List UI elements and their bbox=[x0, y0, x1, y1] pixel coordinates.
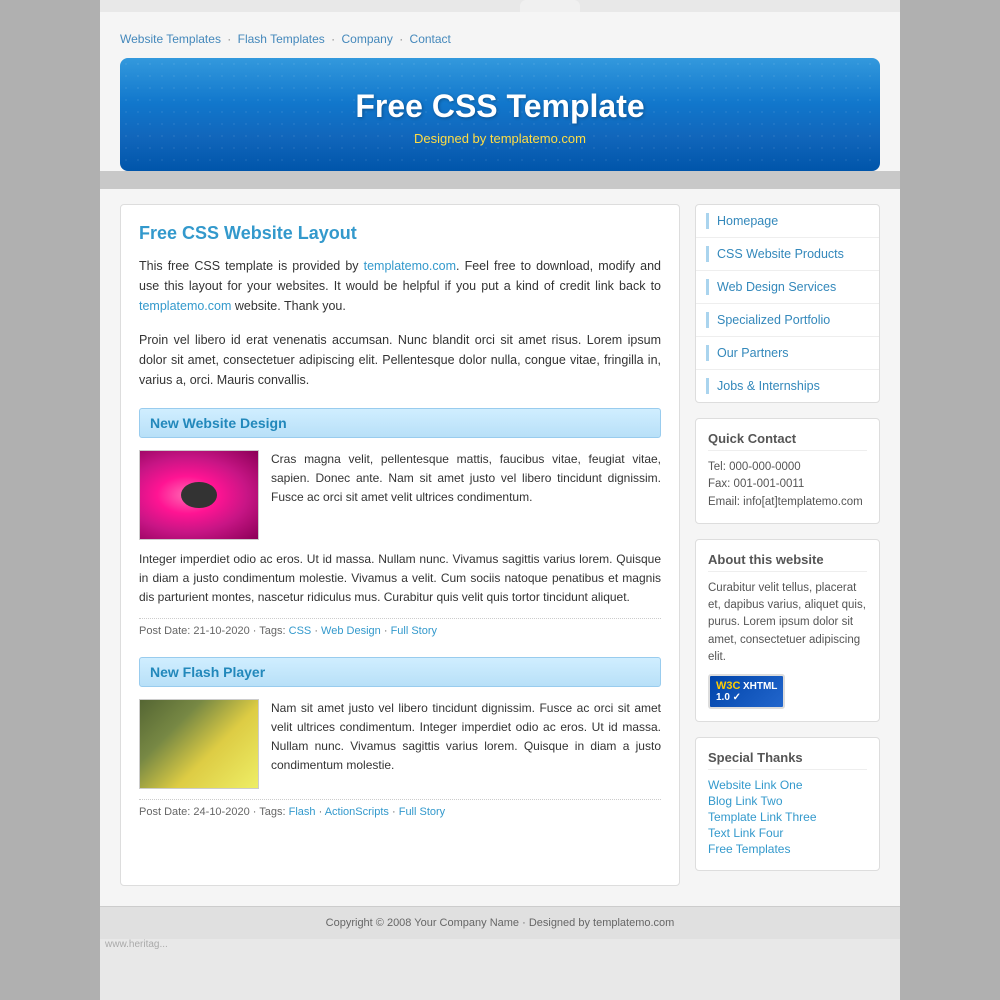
contact-fax: Fax: 001-001-0011 bbox=[708, 476, 867, 493]
site-title: Free CSS Template bbox=[140, 88, 860, 125]
intro-text-prefix: This free CSS template is provided by bbox=[139, 259, 364, 273]
outer-wrapper: Website Templates · Flash Templates · Co… bbox=[0, 0, 1000, 1000]
intro-link-2[interactable]: templatemo.com bbox=[139, 299, 231, 313]
nav-bar: Website Templates · Flash Templates · Co… bbox=[120, 24, 880, 58]
intro-link-1[interactable]: templatemo.com bbox=[364, 259, 456, 273]
special-thanks-link-5[interactable]: Free Templates bbox=[708, 842, 867, 856]
w3c-text: W3C bbox=[716, 680, 740, 692]
sidebar-item-specialized-portfolio[interactable]: Specialized Portfolio bbox=[696, 304, 879, 337]
sidebar-item-jobs-internships[interactable]: Jobs & Internships bbox=[696, 370, 879, 402]
sidebar-nav: Homepage CSS Website Products Web Design… bbox=[695, 204, 880, 403]
sidebar-link-homepage[interactable]: Homepage bbox=[717, 214, 778, 228]
special-thanks-link-2[interactable]: Blog Link Two bbox=[708, 794, 867, 808]
article-1-date: Post Date: 21-10-2020 bbox=[139, 625, 250, 637]
intro-text-suffix: website. Thank you. bbox=[231, 299, 345, 313]
site-subtitle: Designed by templatemo.com bbox=[140, 131, 860, 146]
page-container: Website Templates · Flash Templates · Co… bbox=[100, 0, 900, 1000]
article-2-tag-actionscripts[interactable]: ActionScripts bbox=[325, 806, 389, 818]
article-1-body: Cras magna velit, pellentesque mattis, f… bbox=[139, 450, 661, 540]
main-heading: Free CSS Website Layout bbox=[139, 223, 661, 244]
sidebar-right: Homepage CSS Website Products Web Design… bbox=[695, 204, 880, 886]
sidebar-link-css-products[interactable]: CSS Website Products bbox=[717, 247, 844, 261]
sidebar-item-css-products[interactable]: CSS Website Products bbox=[696, 238, 879, 271]
article-2-body: Nam sit amet justo vel libero tincidunt … bbox=[139, 699, 661, 789]
article-1-title: New Website Design bbox=[150, 415, 650, 431]
contact-email: Email: info[at]templatemo.com bbox=[708, 494, 867, 511]
special-thanks-link-4[interactable]: Text Link Four bbox=[708, 826, 867, 840]
article-1-sep-2: · bbox=[384, 625, 391, 637]
article-1-tag-webdesign[interactable]: Web Design bbox=[321, 625, 381, 637]
article-new-website-design: New Website Design Cras magna velit, pel… bbox=[139, 408, 661, 637]
sidebar-link-specialized-portfolio[interactable]: Specialized Portfolio bbox=[717, 313, 830, 327]
nav-contact[interactable]: Contact bbox=[410, 32, 451, 46]
special-thanks-link-1[interactable]: Website Link One bbox=[708, 778, 867, 792]
yellow-flower-image bbox=[140, 700, 258, 788]
sidebar-link-web-design-services[interactable]: Web Design Services bbox=[717, 280, 836, 294]
article-1-tags-label: · Tags: bbox=[253, 625, 289, 637]
pink-flower-image bbox=[140, 451, 258, 539]
sidebar-item-web-design-services[interactable]: Web Design Services bbox=[696, 271, 879, 304]
content-left: Free CSS Website Layout This free CSS te… bbox=[120, 204, 680, 886]
article-2-tag-fullstory[interactable]: Full Story bbox=[399, 806, 445, 818]
main-area: Free CSS Website Layout This free CSS te… bbox=[100, 189, 900, 906]
article-1-full-text: Integer imperdiet odio ac eros. Ut id ma… bbox=[139, 550, 661, 608]
article-1-tag-fullstory[interactable]: Full Story bbox=[391, 625, 437, 637]
nav-flash-templates[interactable]: Flash Templates bbox=[238, 32, 325, 46]
about-box: About this website Curabitur velit tellu… bbox=[695, 539, 880, 722]
sidebar-item-our-partners[interactable]: Our Partners bbox=[696, 337, 879, 370]
article-2-tag-flash[interactable]: Flash bbox=[289, 806, 316, 818]
article-new-flash-player: New Flash Player Nam sit amet justo vel … bbox=[139, 657, 661, 818]
quick-contact-heading: Quick Contact bbox=[708, 431, 867, 451]
sidebar-link-jobs-internships[interactable]: Jobs & Internships bbox=[717, 379, 820, 393]
article-2-sep-2: · bbox=[392, 806, 399, 818]
nav-sep-2: · bbox=[331, 32, 338, 46]
quick-contact-box: Quick Contact Tel: 000-000-0000 Fax: 001… bbox=[695, 418, 880, 524]
sidebar-link-our-partners[interactable]: Our Partners bbox=[717, 346, 789, 360]
special-thanks-link-3[interactable]: Template Link Three bbox=[708, 810, 867, 824]
article-1-tag-css[interactable]: CSS bbox=[289, 625, 312, 637]
nav-sep-3: · bbox=[399, 32, 406, 46]
article-2-header: New Flash Player bbox=[139, 657, 661, 687]
header-banner: Free CSS Template Designed by templatemo… bbox=[120, 58, 880, 171]
nav-website-templates[interactable]: Website Templates bbox=[120, 32, 221, 46]
about-text: Curabitur velit tellus, placerat et, dap… bbox=[708, 580, 867, 666]
body-paragraph: Proin vel libero id erat venenatis accum… bbox=[139, 330, 661, 390]
top-tab bbox=[520, 0, 580, 12]
footer-text: Copyright © 2008 Your Company Name · Des… bbox=[326, 917, 675, 929]
special-thanks-heading: Special Thanks bbox=[708, 750, 867, 770]
article-2-title: New Flash Player bbox=[150, 664, 650, 680]
watermark: www.heritag... bbox=[105, 939, 168, 950]
article-1-short-text: Cras magna velit, pellentesque mattis, f… bbox=[271, 450, 661, 540]
intro-paragraph: This free CSS template is provided by te… bbox=[139, 256, 661, 316]
article-2-short-text: Nam sit amet justo vel libero tincidunt … bbox=[271, 699, 661, 789]
article-2-tags-label: · Tags: bbox=[253, 806, 289, 818]
gray-divider bbox=[100, 171, 900, 189]
article-2-meta: Post Date: 24-10-2020 · Tags: Flash · Ac… bbox=[139, 799, 661, 818]
header-outer: Website Templates · Flash Templates · Co… bbox=[100, 12, 900, 171]
nav-company[interactable]: Company bbox=[341, 32, 392, 46]
nav-sep-1: · bbox=[227, 32, 234, 46]
article-1-header: New Website Design bbox=[139, 408, 661, 438]
w3c-badge: W3C XHTML1.0 ✓ bbox=[708, 674, 785, 709]
footer: Copyright © 2008 Your Company Name · Des… bbox=[100, 906, 900, 939]
special-thanks-box: Special Thanks Website Link One Blog Lin… bbox=[695, 737, 880, 871]
sidebar-item-homepage[interactable]: Homepage bbox=[696, 205, 879, 238]
article-2-date: Post Date: 24-10-2020 bbox=[139, 806, 250, 818]
contact-tel: Tel: 000-000-0000 bbox=[708, 459, 867, 476]
about-heading: About this website bbox=[708, 552, 867, 572]
article-1-image bbox=[139, 450, 259, 540]
article-1-meta: Post Date: 21-10-2020 · Tags: CSS · Web … bbox=[139, 618, 661, 637]
article-2-image bbox=[139, 699, 259, 789]
